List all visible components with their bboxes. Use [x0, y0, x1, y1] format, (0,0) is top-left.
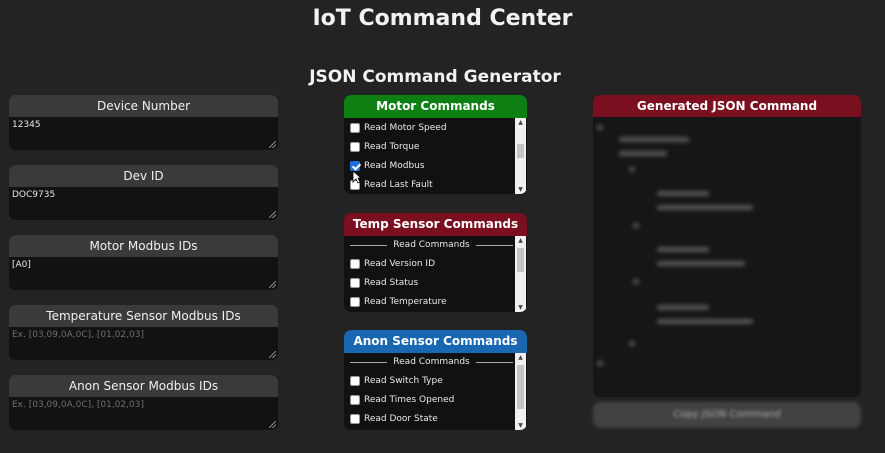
checkbox-checked[interactable]: [350, 160, 360, 171]
group-separator: Read Commands: [350, 236, 513, 254]
device-number-input[interactable]: 12345: [9, 117, 278, 150]
scroll-thumb[interactable]: [517, 365, 524, 409]
copy-json-button[interactable]: Copy JSON Command: [593, 402, 861, 428]
json-output-area[interactable]: [593, 117, 861, 397]
anon-sensor-modbus-ids-input[interactable]: Ex. [03,09,0A,0C], [01,02,03]: [9, 397, 278, 430]
motor-commands-header: Motor Commands: [344, 95, 527, 118]
command-label: Read Door State: [364, 413, 438, 424]
field-label: Dev ID: [9, 165, 278, 187]
scroll-thumb[interactable]: [517, 144, 524, 158]
scroll-up-icon[interactable]: ▲: [515, 118, 526, 127]
device-number-field: Device Number 12345: [9, 95, 278, 150]
temperature-sensor-modbus-ids-input[interactable]: Ex. [03,09,0A,0C], [01,02,03]: [9, 327, 278, 360]
temp-sensor-commands-header: Temp Sensor Commands: [344, 213, 527, 236]
resize-grip-icon[interactable]: [269, 281, 276, 288]
command-label: Read Temperature: [364, 296, 447, 307]
list-item[interactable]: Read Switch Type: [350, 371, 513, 390]
scroll-thumb[interactable]: [517, 248, 524, 272]
scrollbar[interactable]: ▲ ▼: [515, 236, 526, 312]
checkbox[interactable]: [350, 122, 360, 133]
command-label: Read Status: [364, 277, 419, 288]
generated-json-header: Generated JSON Command: [593, 95, 861, 117]
list-item[interactable]: Read Temperature: [350, 292, 513, 311]
resize-grip-icon[interactable]: [269, 421, 276, 428]
field-label: Motor Modbus IDs: [9, 235, 278, 257]
list-item[interactable]: Read Motor Speed: [350, 118, 513, 137]
list-item[interactable]: Read Times Opened: [350, 390, 513, 409]
group-separator: Read Commands: [350, 353, 513, 371]
command-label: Read Version ID: [364, 258, 436, 269]
temp-sensor-commands-panel: Temp Sensor Commands Read Commands Read …: [344, 213, 527, 312]
command-label: Read Last Fault: [364, 179, 433, 190]
field-label: Temperature Sensor Modbus IDs: [9, 305, 278, 327]
command-label: Read Times Opened: [364, 394, 455, 405]
list-item[interactable]: Read Torque: [350, 137, 513, 156]
checkbox[interactable]: [350, 394, 360, 405]
resize-grip-icon[interactable]: [269, 351, 276, 358]
motor-commands-panel: Motor Commands Read Motor Speed Read Tor…: [344, 95, 527, 194]
motor-modbus-ids-field: Motor Modbus IDs [A0]: [9, 235, 278, 290]
command-label: Read Motor Speed: [364, 122, 447, 133]
anon-sensor-commands-list: Read Commands Read Switch Type Read Time…: [344, 353, 527, 430]
command-label: Read Switch Type: [364, 375, 443, 386]
checkbox[interactable]: [350, 141, 360, 152]
list-item[interactable]: Read Last Fault: [350, 175, 513, 194]
resize-grip-icon[interactable]: [269, 211, 276, 218]
checkbox[interactable]: [350, 413, 360, 424]
app-title: IoT Command Center: [312, 6, 573, 31]
generated-json-panel: Generated JSON Command: [593, 95, 861, 397]
dev-id-field: Dev ID DOC9735: [9, 165, 278, 220]
checkbox[interactable]: [350, 296, 360, 307]
group-label: Read Commands: [393, 357, 470, 367]
group-label: Read Commands: [393, 240, 470, 250]
command-label: Read Torque: [364, 141, 420, 152]
motor-commands-list: Read Motor Speed Read Torque Read Modbus…: [344, 118, 527, 194]
temperature-sensor-modbus-ids-field: Temperature Sensor Modbus IDs Ex. [03,09…: [9, 305, 278, 360]
command-label: Read Modbus: [364, 160, 425, 171]
checkbox[interactable]: [350, 258, 360, 269]
checkbox[interactable]: [350, 375, 360, 386]
dev-id-input[interactable]: DOC9735: [9, 187, 278, 220]
anon-sensor-commands-header: Anon Sensor Commands: [344, 330, 527, 353]
list-item[interactable]: Read Version ID: [350, 254, 513, 273]
scrollbar[interactable]: ▲ ▼: [515, 353, 526, 430]
anon-sensor-modbus-ids-field: Anon Sensor Modbus IDs Ex. [03,09,0A,0C]…: [9, 375, 278, 430]
scroll-down-icon[interactable]: ▼: [515, 421, 526, 430]
field-label: Anon Sensor Modbus IDs: [9, 375, 278, 397]
scroll-up-icon[interactable]: ▲: [515, 353, 526, 362]
scroll-down-icon[interactable]: ▼: [515, 185, 526, 194]
anon-sensor-commands-panel: Anon Sensor Commands Read Commands Read …: [344, 330, 527, 430]
checkbox[interactable]: [350, 277, 360, 288]
list-item[interactable]: Read Door State: [350, 409, 513, 428]
scroll-up-icon[interactable]: ▲: [515, 236, 526, 245]
motor-modbus-ids-input[interactable]: [A0]: [9, 257, 278, 290]
scroll-down-icon[interactable]: ▼: [515, 303, 526, 312]
scrollbar[interactable]: ▲ ▼: [515, 118, 526, 194]
section-title: JSON Command Generator: [309, 67, 561, 87]
temp-sensor-commands-list: Read Commands Read Version ID Read Statu…: [344, 236, 527, 312]
mouse-cursor-icon: [352, 170, 362, 184]
list-item[interactable]: Read Status: [350, 273, 513, 292]
resize-grip-icon[interactable]: [269, 141, 276, 148]
field-label: Device Number: [9, 95, 278, 117]
list-item[interactable]: Read Modbus: [350, 156, 513, 175]
